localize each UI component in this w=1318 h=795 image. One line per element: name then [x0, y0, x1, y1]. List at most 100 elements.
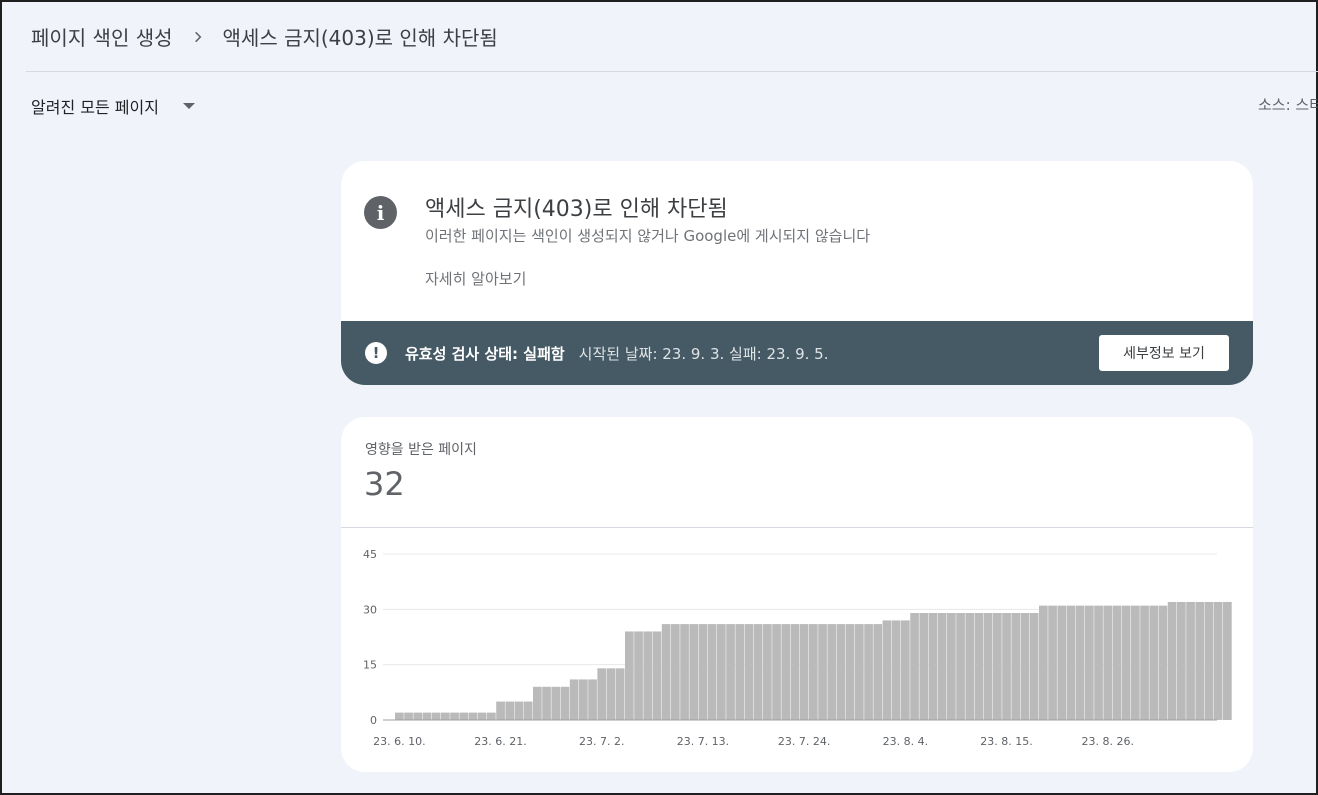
chart-bar: [910, 613, 919, 720]
chart-bar: [404, 712, 413, 720]
chart-bar: [1029, 613, 1039, 720]
chart-bar: [1085, 605, 1094, 720]
chart-bar: [689, 624, 699, 720]
chart-bar: [1131, 605, 1140, 720]
breadcrumb: 페이지 색인 생성 액세스 금지(403)로 인해 차단됨: [26, 2, 1318, 72]
chart-bar: [459, 712, 469, 720]
chart-bar: [1177, 601, 1186, 720]
chart-bar: [1167, 601, 1177, 720]
chart-bar: [744, 624, 754, 720]
chart-bar: [588, 679, 597, 720]
chart-bar: [671, 624, 680, 720]
x-tick-label: 23. 6. 21.: [474, 735, 526, 748]
chart-bar: [864, 624, 873, 720]
chart-bar: [717, 624, 726, 720]
chart-bar: [1048, 605, 1057, 720]
chart-bar: [1140, 605, 1149, 720]
chart-bar: [772, 624, 781, 720]
chart-bar: [597, 668, 607, 720]
y-tick-label: 15: [363, 659, 377, 672]
chart-bar: [809, 624, 818, 720]
alert-icon: !: [365, 342, 387, 364]
chart-bar: [836, 624, 846, 720]
chart-bar: [790, 624, 800, 720]
chart-bar: [1223, 601, 1232, 720]
chart-bar: [487, 712, 496, 720]
chart-bar: [735, 624, 745, 720]
page-filter-dropdown[interactable]: 알려진 모든 페이지: [31, 92, 195, 120]
x-tick-label: 23. 6. 10.: [373, 735, 425, 748]
chart-bar: [625, 631, 634, 720]
chart-bar: [606, 668, 616, 720]
divider: [341, 527, 1253, 528]
chart-bar: [523, 701, 533, 720]
affected-pages-card: 영향을 받은 페이지 32 0 15 30 45 23. 6. 10. 23. 6. 21…: [341, 417, 1253, 772]
validation-status-bar: ! 유효성 검사 상태: 실패함 시작된 날짜: 23. 9. 3. 실패: 2…: [341, 321, 1253, 385]
learn-more-link[interactable]: 자세히 알아보기: [425, 268, 526, 289]
chart-bar: [974, 613, 984, 720]
chart-bar: [569, 679, 579, 720]
chart-bar: [937, 613, 947, 720]
chart-bar: [983, 613, 993, 720]
chart-bar: [818, 624, 827, 720]
issue-card: i 액세스 금지(403)로 인해 차단됨 이러한 페이지는 색인이 생성되지 …: [341, 161, 1253, 385]
chart-bar: [615, 668, 625, 720]
chart-bar: [707, 624, 717, 720]
chart-bar: [901, 620, 910, 720]
chart-bar: [947, 613, 956, 720]
chart-bar: [1039, 605, 1048, 720]
chart-bar: [1094, 605, 1103, 720]
chart-bar: [1020, 613, 1030, 720]
chart-bar: [441, 712, 450, 720]
issue-description: 이러한 페이지는 색인이 생성되지 않거나 Google에 게시되지 않습니다: [425, 227, 871, 245]
y-tick-label: 30: [363, 603, 377, 616]
chart-bar: [643, 631, 653, 720]
breadcrumb-parent[interactable]: 페이지 색인 생성: [31, 22, 173, 51]
chart-bar: [873, 624, 883, 720]
chart-bar: [560, 686, 570, 720]
chart-bar: [1195, 601, 1205, 720]
chart-bar: [634, 631, 643, 720]
chart-bar: [753, 624, 763, 720]
chart-bar: [1186, 601, 1195, 720]
x-tick-label: 23. 7. 24.: [778, 735, 830, 748]
chart-bar: [1011, 613, 1021, 720]
chart-bar: [468, 712, 478, 720]
x-tick-label: 23. 7. 2.: [579, 735, 624, 748]
chart-bar: [882, 620, 892, 720]
chart-bar: [726, 624, 735, 720]
chart-bar: [781, 624, 791, 720]
affected-pages-chart: 0 15 30 45 23. 6. 10. 23. 6. 21. 23. 7. 2. 23. …: [363, 548, 1232, 748]
chart-bar: [477, 712, 487, 720]
chart-bar: [422, 712, 432, 720]
chart-bar: [450, 712, 459, 720]
chart-bar: [1057, 605, 1067, 720]
chart-bar: [845, 624, 855, 720]
chart-bar: [542, 686, 551, 720]
chart-bar: [579, 679, 588, 720]
chart-bar: [661, 624, 671, 720]
chart-bar: [763, 624, 772, 720]
chart-bar: [827, 624, 837, 720]
chart-bar: [1204, 601, 1214, 720]
chart-bar: [413, 712, 423, 720]
issue-title: 액세스 금지(403)로 인해 차단됨: [425, 197, 728, 222]
view-details-button[interactable]: 세부정보 보기: [1099, 335, 1229, 371]
chart-bar: [965, 613, 975, 720]
chart-bar: [956, 613, 965, 720]
y-tick-label: 45: [363, 548, 377, 561]
validation-status-label: 유효성 검사 상태: 실패함: [405, 344, 565, 363]
chart-bar: [928, 613, 938, 720]
chart-bar: [1066, 605, 1076, 720]
x-tick-label: 23. 7. 13.: [677, 735, 729, 748]
chart-bar: [1158, 605, 1168, 720]
chevron-right-icon: [191, 30, 205, 44]
y-tick-label: 0: [370, 714, 377, 727]
dropdown-arrow-icon[interactable]: [182, 103, 195, 109]
chart-bar: [1002, 613, 1011, 720]
chart-bar: [514, 701, 524, 720]
source-label: 소스: 스터: [1258, 96, 1318, 114]
chart-bar: [533, 686, 542, 720]
chart-bar: [1103, 605, 1113, 720]
chart-bar: [680, 624, 689, 720]
